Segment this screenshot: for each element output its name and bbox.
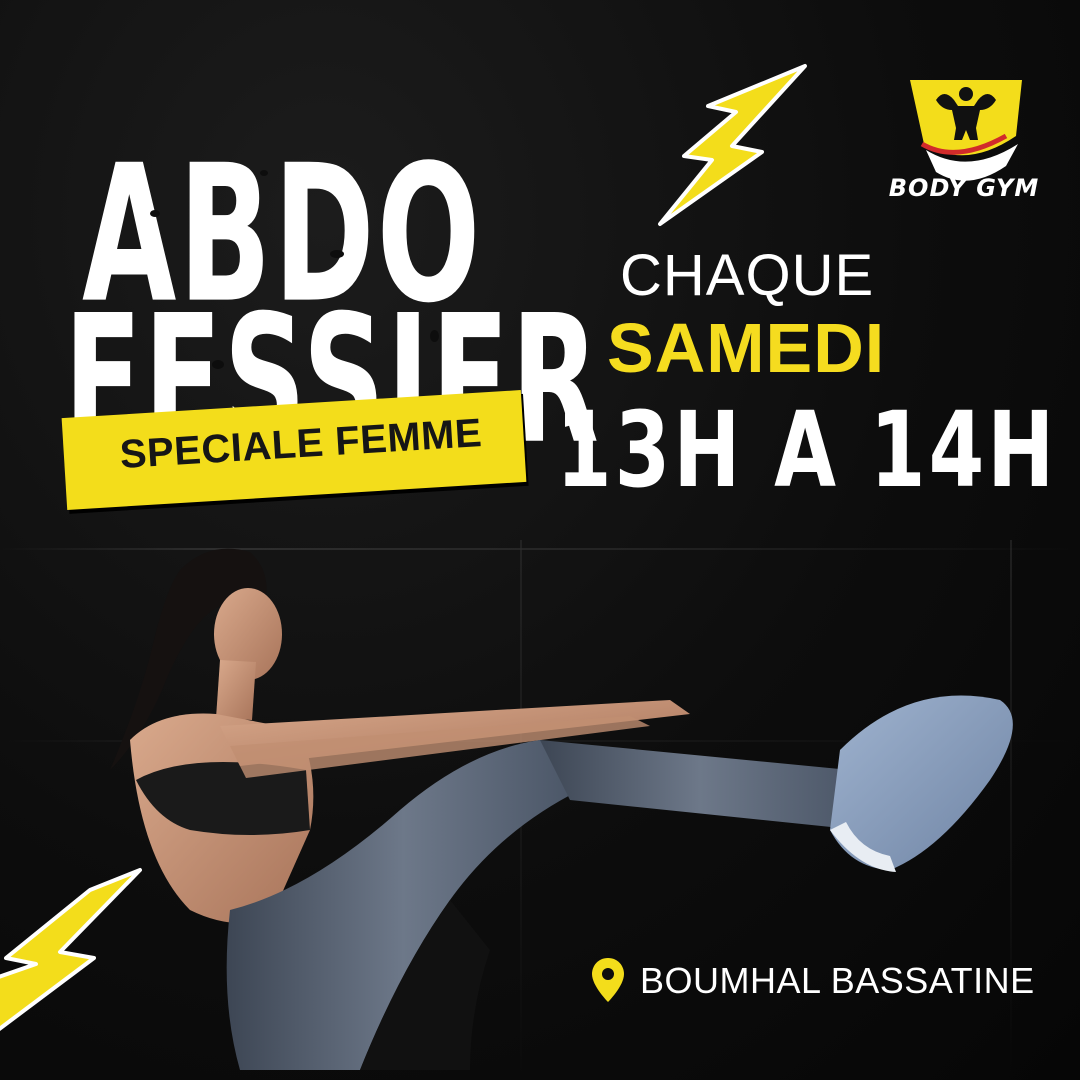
grunge-speck [330,250,344,258]
grunge-speck [150,210,160,217]
lightning-bolt-icon [658,64,807,226]
event-poster: ABDO FESSIER SPECIALE FEMME CHAQUE SAMED… [0,0,1080,1080]
grunge-speck [212,360,224,369]
grunge-speck [430,330,439,342]
schedule-day: SAMEDI [607,309,886,387]
map-pin-icon [592,958,624,1002]
schedule-hours: 13H A 14H [556,390,1058,511]
grunge-speck [260,170,268,176]
location-text: BOUMHAL BASSATINE [640,960,1035,1001]
schedule-every: CHAQUE [620,243,875,308]
brand-name: BODY GYM [888,174,1040,202]
